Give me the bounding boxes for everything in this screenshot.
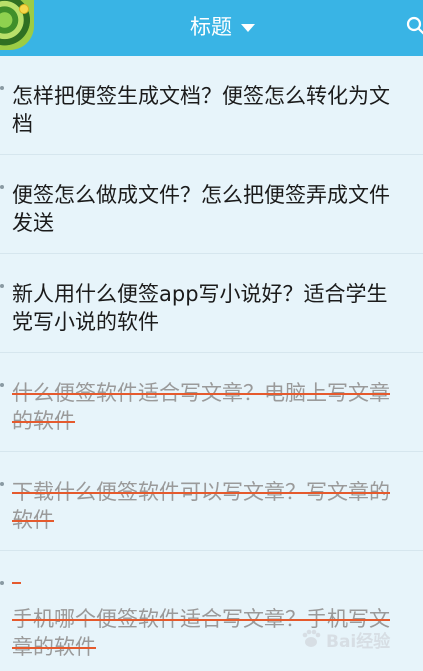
list-item[interactable]: 怎样把便签生成文档？便签怎么转化为文档 bbox=[0, 56, 423, 155]
title-dropdown[interactable]: 标题 bbox=[190, 13, 255, 41]
chevron-down-icon bbox=[241, 24, 255, 32]
strike-mark bbox=[12, 582, 21, 584]
watermark: Bai经验 bbox=[300, 622, 420, 656]
note-list: 怎样把便签生成文档？便签怎么转化为文档 便签怎么做成文件？怎么把便签弄成文件发送… bbox=[0, 56, 423, 659]
bullet-icon bbox=[0, 482, 4, 486]
bullet-icon bbox=[0, 581, 4, 585]
list-item[interactable]: 新人用什么便签app写小说好？适合学生党写小说的软件 bbox=[0, 254, 423, 353]
bullet-icon bbox=[0, 284, 4, 288]
app-header: 标题 bbox=[0, 0, 423, 56]
search-icon[interactable] bbox=[406, 16, 423, 36]
bullet-icon bbox=[0, 86, 4, 90]
note-text: 便签怎么做成文件？怎么把便签弄成文件发送 bbox=[12, 183, 390, 235]
note-text: 新人用什么便签app写小说好？适合学生党写小说的软件 bbox=[12, 282, 388, 334]
list-item[interactable]: 便签怎么做成文件？怎么把便签弄成文件发送 bbox=[0, 155, 423, 254]
status-dot bbox=[19, 4, 29, 14]
note-text: 什么便签软件适合写文章？电脑上写文章的软件 bbox=[12, 381, 390, 433]
page-title: 标题 bbox=[190, 15, 232, 39]
bullet-icon bbox=[0, 185, 4, 189]
list-item[interactable]: 什么便签软件适合写文章？电脑上写文章的软件 bbox=[0, 353, 423, 452]
note-text: 怎样把便签生成文档？便签怎么转化为文档 bbox=[12, 84, 390, 136]
paw-icon bbox=[302, 629, 321, 647]
watermark-text: Bai经验 bbox=[326, 631, 391, 652]
list-item[interactable]: 下载什么便签软件可以写文章？写文章的软件 bbox=[0, 452, 423, 551]
note-text: 下载什么便签软件可以写文章？写文章的软件 bbox=[12, 480, 390, 532]
avatar[interactable] bbox=[0, 0, 34, 50]
bullet-icon bbox=[0, 383, 4, 387]
